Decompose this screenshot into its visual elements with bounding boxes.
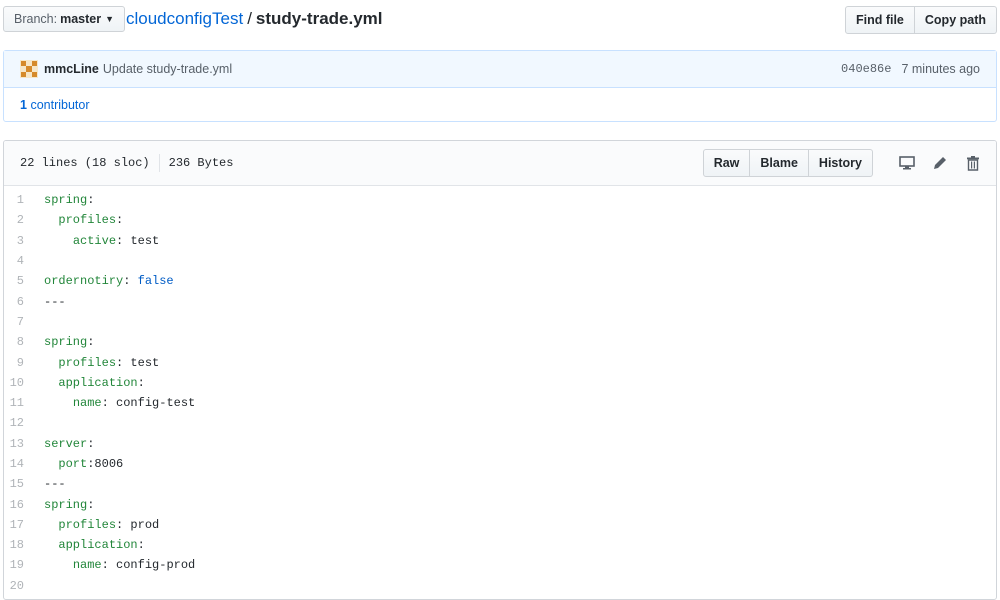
breadcrumb-repo-link[interactable]: cloudconfigTest [126, 9, 243, 28]
commit-meta: 040e86e 7 minutes ago [841, 62, 980, 76]
code-line: 16 spring: [4, 494, 996, 514]
code-line: 9 profiles: test [4, 352, 996, 372]
line-source: profiles: [58, 213, 124, 228]
code-line: 18 application: [4, 535, 996, 555]
code-line: 8 spring: [4, 332, 996, 352]
line-number[interactable]: 18 [4, 538, 44, 552]
file-size: 236 Bytes [168, 156, 234, 171]
contributor-count: 1 [20, 98, 27, 112]
line-source: profiles: test [58, 355, 160, 370]
file-line-count: 22 lines (18 sloc) [20, 156, 150, 171]
file-actions: Raw Blame History [702, 149, 982, 177]
divider [158, 154, 160, 172]
line-number[interactable]: 7 [4, 315, 44, 329]
breadcrumb: cloudconfigTest / study-trade.yml [126, 8, 383, 30]
line-number[interactable]: 2 [4, 213, 44, 227]
line-number[interactable]: 13 [4, 437, 44, 451]
line-source: name: config-test [72, 396, 196, 411]
line-source: application: [58, 375, 145, 390]
line-source: spring: [44, 193, 95, 208]
line-number[interactable]: 6 [4, 295, 44, 309]
commit-message[interactable]: Update study-trade.yml [103, 62, 232, 76]
commit-header: mmcLine Update study-trade.yml 040e86e 7… [4, 51, 996, 88]
code-line: 13 server: [4, 434, 996, 454]
line-number[interactable]: 4 [4, 254, 44, 268]
line-number[interactable]: 10 [4, 376, 44, 390]
commit-tease: mmcLine Update study-trade.yml 040e86e 7… [3, 50, 997, 122]
copy-path-button[interactable]: Copy path [914, 6, 997, 34]
file-navigation: Branch: master ▼ cloudconfigTest / study-t… [3, 6, 997, 34]
line-number[interactable]: 12 [4, 416, 44, 430]
code-line: 19 name: config-prod [4, 555, 996, 575]
line-number[interactable]: 5 [4, 274, 44, 288]
caret-down-icon: ▼ [105, 14, 115, 24]
branch-label: Branch: [14, 12, 58, 26]
trash-icon[interactable] [964, 154, 982, 172]
code-line: 1 spring: [4, 190, 996, 210]
file-view-buttons: Raw Blame History [702, 149, 873, 177]
line-number[interactable]: 11 [4, 396, 44, 410]
commit-sha[interactable]: 040e86e [841, 62, 891, 76]
commit-author[interactable]: mmcLine [44, 62, 99, 76]
line-number[interactable]: 15 [4, 477, 44, 491]
pencil-icon[interactable] [931, 154, 949, 172]
line-source: profiles: prod [58, 517, 160, 532]
history-button[interactable]: History [808, 149, 873, 177]
code-line: 15 --- [4, 474, 996, 494]
line-source: --- [44, 294, 66, 309]
code-line: 12 [4, 413, 996, 433]
branch-name: master [60, 12, 102, 26]
line-number[interactable]: 16 [4, 498, 44, 512]
line-number[interactable]: 9 [4, 356, 44, 370]
line-source: ordernotiry: false [44, 274, 174, 289]
code-line: 6 --- [4, 291, 996, 311]
code-line: 17 profiles: prod [4, 515, 996, 535]
blame-button[interactable]: Blame [750, 149, 809, 177]
line-source: spring: [44, 497, 95, 512]
line-source: active: test [72, 233, 160, 248]
branch-selector[interactable]: Branch: master ▼ [3, 6, 126, 32]
find-file-button[interactable]: Find file [844, 6, 915, 34]
code-line: 3 active: test [4, 231, 996, 251]
contributors-link[interactable]: 1 contributor [20, 98, 90, 112]
line-source: server: [44, 436, 95, 451]
code-line: 11 name: config-test [4, 393, 996, 413]
line-number[interactable]: 1 [4, 193, 44, 207]
line-source: spring: [44, 335, 95, 350]
line-source: name: config-prod [72, 558, 196, 573]
line-number[interactable]: 19 [4, 558, 44, 572]
code-line: 14 port:8006 [4, 454, 996, 474]
file-view: 22 lines (18 sloc) 236 Bytes Raw Blame Hi… [3, 140, 997, 600]
code-body: 1 spring: 2 profiles: 3 active: test 4 5 order… [4, 186, 996, 596]
line-source: --- [44, 477, 66, 492]
code-line: 4 [4, 251, 996, 271]
file-nav-buttons: Find file Copy path [844, 6, 997, 34]
line-number[interactable]: 3 [4, 234, 44, 248]
code-line: 10 application: [4, 373, 996, 393]
contributor-label: contributor [30, 98, 90, 112]
raw-button[interactable]: Raw [702, 149, 751, 177]
breadcrumb-separator: / [247, 9, 252, 28]
line-source: application: [58, 538, 145, 553]
avatar[interactable] [20, 60, 38, 78]
file-header: 22 lines (18 sloc) 236 Bytes Raw Blame Hi… [4, 141, 996, 186]
file-info: 22 lines (18 sloc) 236 Bytes [20, 154, 233, 172]
commit-time: 7 minutes ago [901, 62, 980, 76]
line-source: port:8006 [58, 457, 124, 471]
breadcrumb-file: study-trade.yml [255, 9, 383, 28]
code-line: 7 [4, 312, 996, 332]
line-number[interactable]: 8 [4, 335, 44, 349]
code-line: 5 ordernotiry: false [4, 271, 996, 291]
line-number[interactable]: 14 [4, 457, 44, 471]
desktop-icon[interactable] [898, 154, 916, 172]
line-number[interactable]: 17 [4, 518, 44, 532]
contributors: 1 contributor [4, 88, 996, 122]
code-line: 2 profiles: [4, 210, 996, 230]
